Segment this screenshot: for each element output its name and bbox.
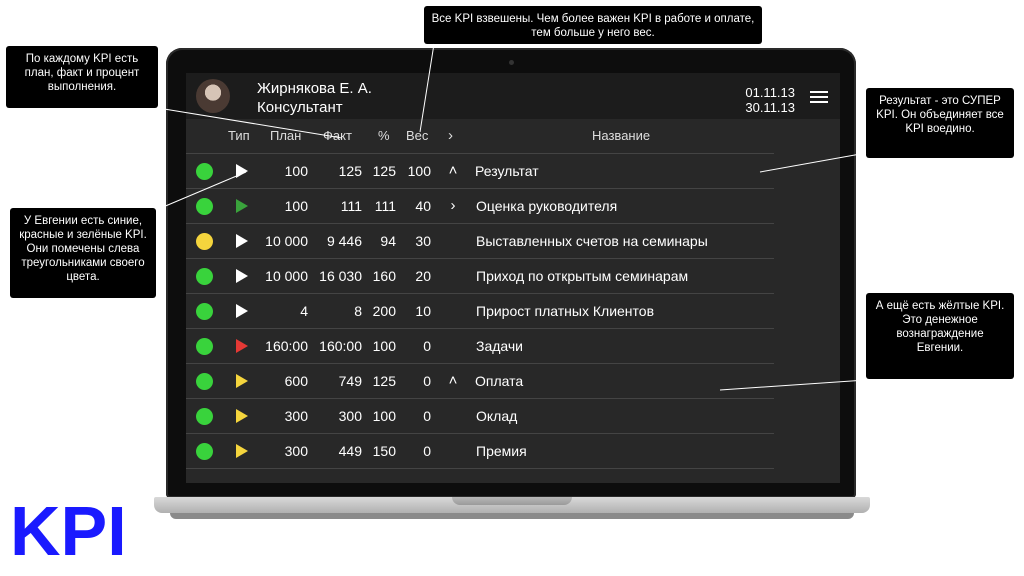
cell-weight: 10 [415,303,431,319]
cell-plan: 100 [284,163,308,179]
column-header-fact[interactable]: Факт [323,119,352,153]
cell-percent: 100 [372,338,396,354]
cell-weight: 0 [423,373,431,389]
column-header-name[interactable]: Название [592,119,650,153]
kpi-logo: KPI [10,492,127,570]
table-row[interactable]: 600 749 125 0 ˄ Оплата [186,364,774,399]
cell-plan: 300 [284,443,308,459]
cell-name: Приход по открытым семинарам [476,268,689,284]
hamburger-menu-icon[interactable] [810,91,828,103]
cell-name: Оклад [476,408,518,424]
chevron-up-icon[interactable]: ˄ [446,154,460,188]
cell-fact: 749 [338,373,362,389]
callout-yellow: А ещё есть жёлтые KPI. Это денежное возн… [866,293,1014,379]
cell-percent: 94 [380,233,396,249]
status-dot-icon [196,233,213,250]
cell-name: Прирост платных Клиентов [476,303,655,319]
column-header-weight[interactable]: Вес [406,119,428,153]
cell-fact: 125 [338,163,362,179]
cell-plan: 10 000 [265,233,308,249]
callout-plan-fact: По каждому KPI есть план, факт и процент… [6,46,158,108]
status-dot-icon [196,443,213,460]
cell-fact: 8 [354,303,362,319]
cell-weight: 100 [407,163,431,179]
cell-percent: 125 [372,163,396,179]
cell-percent: 200 [372,303,396,319]
table-row[interactable]: 4 8 200 10 Прирост платных Клиентов [186,294,774,329]
column-header-percent[interactable]: % [378,119,390,153]
callout-colors: У Евгении есть синие, красные и зелёные … [10,208,156,298]
cell-percent: 100 [372,408,396,424]
user-role: Консультант [257,99,343,116]
status-dot-icon [196,303,213,320]
cell-plan: 100 [284,198,308,214]
kpi-table: Тип План Факт % Вес › Название 100 125 125… [186,119,774,469]
cell-weight: 40 [415,198,431,214]
cell-weight: 0 [423,408,431,424]
cell-name: Оценка руководителя [476,198,618,214]
date-from[interactable]: 01.11.13 [745,85,795,100]
cell-fact: 9 446 [326,233,362,249]
laptop-notch [452,497,572,505]
column-header-type[interactable]: Тип [228,119,250,153]
chevron-up-icon[interactable]: ˄ [446,364,460,398]
table-header: Тип План Факт % Вес › Название [186,119,774,154]
cell-name: Выставленных счетов на семинары [476,233,708,249]
avatar[interactable] [196,79,230,113]
cell-weight: 20 [415,268,431,284]
cell-fact: 449 [338,443,362,459]
cell-fact: 16 030 [319,268,362,284]
status-dot-icon [196,163,213,180]
cell-plan: 4 [300,303,308,319]
status-dot-icon [196,373,213,390]
cell-weight: 0 [423,338,431,354]
cell-plan: 300 [284,408,308,424]
status-dot-icon [196,198,213,215]
status-dot-icon [196,408,213,425]
cell-name: Задачи [476,338,524,354]
cell-percent: 160 [372,268,396,284]
cell-plan: 160:00 [265,338,308,354]
table-row[interactable]: 10 000 16 030 160 20 Приход по открытым семи… [186,259,774,294]
table-body: 100 125 125 100 ˄ Результат 100 111 111 40 › Оценка… [186,154,774,469]
cell-plan: 600 [284,373,308,389]
cell-percent: 150 [372,443,396,459]
app-header: Жирнякова Е. А. Консультант 01.11.13 30.… [186,73,840,119]
table-row[interactable]: 300 300 100 0 Оклад [186,399,774,434]
cell-name: Оплата [475,373,524,389]
cell-weight: 30 [415,233,431,249]
app-screen: Жирнякова Е. А. Консультант 01.11.13 30.… [186,73,840,483]
column-header-plan[interactable]: План [270,119,301,153]
laptop-foot [170,513,854,519]
callout-weights: Все KPI взвешены. Чем более важен KPI в … [424,6,762,44]
status-dot-icon [196,268,213,285]
table-row[interactable]: 100 111 111 40 › Оценка руководителя [186,189,774,224]
callout-result: Результат - это СУПЕР KPI. Он объединяет… [866,88,1014,158]
chevron-right-icon[interactable]: › [446,189,460,223]
cell-fact: 300 [338,408,362,424]
cell-name: Результат [475,163,539,179]
table-row[interactable]: 160:00 160:00 100 0 Задачи [186,329,774,364]
cell-plan: 10 000 [265,268,308,284]
user-name: Жирнякова Е. А. [257,80,372,97]
cell-percent: 125 [372,373,396,389]
cell-percent: 111 [374,198,396,214]
table-row[interactable]: 100 125 125 100 ˄ Результат [186,154,774,189]
cell-name: Премия [476,443,527,459]
cell-weight: 0 [423,443,431,459]
table-row[interactable]: 300 449 150 0 Премия [186,434,774,469]
date-to[interactable]: 30.11.13 [745,100,795,115]
cell-fact: 160:00 [319,338,362,354]
table-row[interactable]: 10 000 9 446 94 30 Выставленных счетов на се… [186,224,774,259]
expand-all-chevron-icon[interactable]: › [448,119,453,153]
camera-icon [509,60,514,65]
status-dot-icon [196,338,213,355]
cell-fact: 111 [340,198,362,214]
